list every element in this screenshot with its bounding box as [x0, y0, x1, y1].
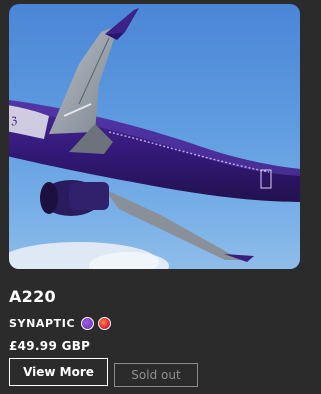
product-price: £49.99 GBP: [9, 339, 91, 353]
livery-logo: ℨ: [11, 116, 17, 127]
color-swatch-purple[interactable]: [81, 317, 95, 330]
product-card: ℨ A220 SYNAPTIC £49.99 GBP View More Sol…: [0, 0, 321, 394]
engine-body: [69, 182, 109, 210]
brand-row: SYNAPTIC: [9, 316, 112, 331]
upper-winglet: [105, 8, 139, 34]
product-brand: SYNAPTIC: [9, 317, 76, 330]
view-more-button[interactable]: View More: [9, 358, 108, 386]
engine-intake: [40, 182, 58, 214]
sold-out-badge: Sold out: [114, 363, 198, 387]
product-image[interactable]: ℨ: [9, 4, 300, 269]
color-swatch-red-orange[interactable]: [98, 317, 112, 330]
product-title[interactable]: A220: [9, 287, 56, 306]
aircraft-illustration: ℨ: [9, 8, 300, 269]
